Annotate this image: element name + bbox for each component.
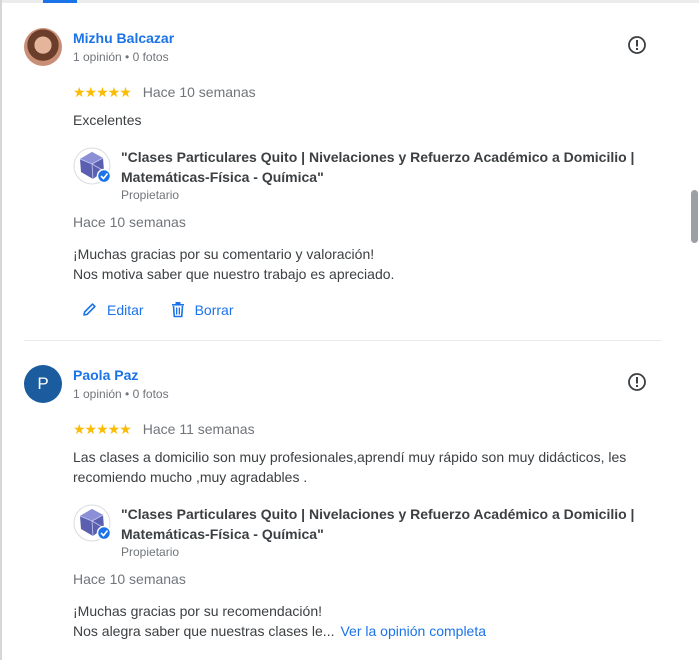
owner-reply-text: ¡Muchas gracias por su recomendación! No…	[73, 601, 663, 641]
owner-logo-icon[interactable]	[73, 504, 111, 542]
reviews-panel: Mizhu Balcazar 1 opinión • 0 fotos ★★★★★…	[0, 0, 699, 660]
owner-name[interactable]: "Clases Particulares Quito | Nivelacione…	[121, 147, 641, 187]
active-tab-indicator	[43, 0, 77, 3]
reply-line: ¡Muchas gracias por su comentario y valo…	[73, 246, 375, 262]
owner-name-line: Matemáticas-Física - Química"	[121, 526, 324, 542]
owner-name-line: "Clases Particulares Quito | Nivelacione…	[121, 506, 635, 522]
reviewer-name[interactable]: Mizhu Balcazar	[73, 30, 174, 46]
report-icon[interactable]	[627, 35, 647, 55]
reply-line-text: Nos alegra saber que nuestras clases le.…	[73, 623, 335, 639]
owner-name[interactable]: "Clases Particulares Quito | Nivelacione…	[121, 504, 641, 544]
reviewer-name[interactable]: Paola Paz	[73, 367, 138, 383]
see-full-review-link[interactable]: Ver la opinión completa	[340, 623, 486, 639]
delete-label: Borrar	[194, 301, 234, 318]
delete-reply-button[interactable]: Borrar	[170, 301, 234, 318]
panel-left-border	[0, 0, 2, 660]
reply-line: Nos motiva saber que nuestro trabajo es …	[73, 266, 395, 282]
reply-line: ¡Muchas gracias por su recomendación!	[73, 603, 323, 619]
review-text: Las clases a domicilio son muy profesion…	[73, 447, 663, 487]
review-divider	[24, 340, 662, 341]
review-text-line: recomiendo mucho ,muy agradables .	[73, 469, 308, 485]
trash-icon	[171, 302, 184, 318]
star-rating: ★★★★★	[73, 420, 132, 437]
panel-top-border	[2, 0, 699, 3]
reviewer-meta: 1 opinión • 0 fotos	[73, 387, 169, 401]
edit-label: Editar	[107, 301, 144, 318]
scrollbar[interactable]	[689, 0, 699, 660]
edit-reply-button[interactable]: Editar	[81, 301, 144, 318]
owner-role: Propietario	[121, 545, 180, 559]
avatar[interactable]	[24, 28, 62, 66]
owner-name-line: "Clases Particulares Quito | Nivelacione…	[121, 149, 635, 165]
reply-line: Nos alegra saber que nuestras clases le.…	[73, 621, 663, 641]
review-text-line: Las clases a domicilio son muy profesion…	[73, 449, 627, 465]
reply-date: Hace 10 semanas	[73, 214, 186, 230]
owner-logo-icon[interactable]	[73, 147, 111, 185]
review-date: Hace 11 semanas	[142, 421, 255, 437]
owner-role: Propietario	[121, 188, 180, 202]
rating-row: ★★★★★ Hace 11 semanas	[73, 420, 255, 438]
owner-reply-text: ¡Muchas gracias por su comentario y valo…	[73, 244, 663, 284]
review-text: Excelentes	[73, 112, 142, 128]
owner-name-line: Matemáticas-Física - Química"	[121, 169, 324, 185]
report-icon[interactable]	[627, 372, 647, 392]
edit-pencil-icon	[83, 303, 96, 316]
reviewer-meta: 1 opinión • 0 fotos	[73, 50, 169, 64]
star-rating: ★★★★★	[73, 83, 132, 100]
verified-badge-icon	[96, 525, 111, 541]
reply-date: Hace 10 semanas	[73, 571, 186, 587]
review-date: Hace 10 semanas	[142, 84, 256, 100]
verified-badge-icon	[96, 168, 111, 184]
reply-actions: Editar Borrar	[81, 301, 259, 318]
rating-row: ★★★★★ Hace 10 semanas	[73, 83, 256, 101]
avatar[interactable]: P	[24, 365, 62, 403]
scrollbar-thumb[interactable]	[691, 190, 698, 243]
